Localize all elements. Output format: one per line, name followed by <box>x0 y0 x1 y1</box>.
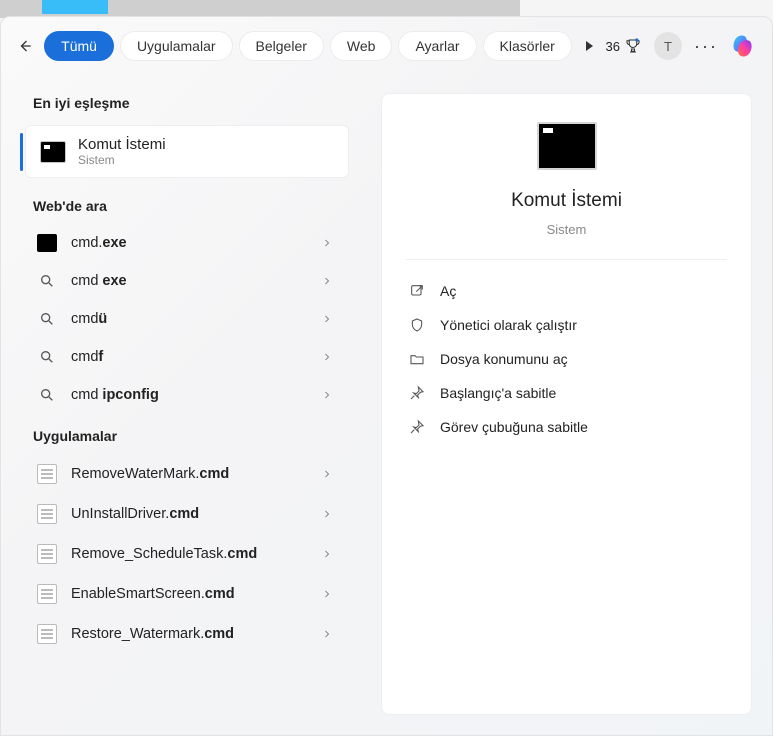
web-result-label: cmd exe <box>71 273 127 289</box>
background-window-accent <box>42 0 108 14</box>
search-panel: TümüUygulamalarBelgelerWebAyarlarKlasörl… <box>0 16 773 736</box>
action-location[interactable]: Dosya konumunu aç <box>406 342 727 376</box>
search-icon <box>37 386 57 404</box>
detail-title: Komut İstemi <box>511 190 622 212</box>
chevron-right-icon <box>321 351 333 363</box>
cmd-file-icon <box>37 464 57 484</box>
detail-subtitle: Sistem <box>547 222 587 237</box>
action-label: Yönetici olarak çalıştır <box>440 317 577 333</box>
trophy-icon <box>624 37 642 55</box>
best-match-item[interactable]: Komut İstemi Sistem <box>25 125 349 178</box>
folder-icon <box>408 350 426 368</box>
arrow-left-icon <box>14 36 34 56</box>
app-result-row[interactable]: UnInstallDriver.cmd <box>1 494 361 534</box>
header-right: 36 T ··· <box>606 32 758 60</box>
web-result-label: cmdf <box>71 349 103 365</box>
section-apps-title: Uygulamalar <box>1 414 361 454</box>
tab-apps[interactable]: Uygulamalar <box>120 31 233 61</box>
search-icon <box>37 310 57 328</box>
web-result-label: cmd ipconfig <box>71 387 159 403</box>
chevron-right-icon <box>321 468 333 480</box>
section-best-match-title: En iyi eşleşme <box>1 81 361 121</box>
detail-card: Komut İstemi Sistem Aç Yönetici olarak ça… <box>381 93 752 715</box>
app-result-label: Remove_ScheduleTask.cmd <box>71 546 257 562</box>
web-result-row[interactable]: cmd.exe <box>1 224 361 262</box>
chevron-right-icon <box>321 275 333 287</box>
detail-column: Komut İstemi Sistem Aç Yönetici olarak ça… <box>361 75 772 735</box>
app-results: RemoveWaterMark.cmd UnInstallDriver.cmd Re… <box>1 454 361 654</box>
chevron-right-icon <box>321 548 333 560</box>
more-filters-button[interactable] <box>580 34 598 58</box>
cmd-file-icon <box>37 624 57 644</box>
app-result-row[interactable]: Restore_Watermark.cmd <box>1 614 361 654</box>
search-icon <box>37 348 57 366</box>
action-label: Dosya konumunu aç <box>440 351 568 367</box>
open-icon <box>408 282 426 300</box>
chevron-right-icon <box>321 313 333 325</box>
detail-actions: Aç Yönetici olarak çalıştır Dosya konumunu… <box>406 274 727 444</box>
web-results: cmd.exe cmd exe cmdü cmdf cmd ipconfig <box>1 224 361 414</box>
web-result-label: cmd.exe <box>71 235 127 251</box>
body: En iyi eşleşme Komut İstemi Sistem Web'd… <box>1 75 772 735</box>
avatar-initial: T <box>664 39 672 54</box>
chevron-right-icon <box>321 628 333 640</box>
action-admin[interactable]: Yönetici olarak çalıştır <box>406 308 727 342</box>
points-value: 36 <box>606 39 620 54</box>
tab-docs[interactable]: Belgeler <box>239 31 324 61</box>
command-prompt-icon <box>40 141 66 163</box>
app-result-label: Restore_Watermark.cmd <box>71 626 234 642</box>
filter-tabs: TümüUygulamalarBelgelerWebAyarlarKlasörl… <box>44 31 572 61</box>
web-result-row[interactable]: cmd exe <box>1 262 361 300</box>
header: TümüUygulamalarBelgelerWebAyarlarKlasörl… <box>1 17 772 75</box>
tab-web[interactable]: Web <box>330 31 393 61</box>
detail-divider <box>406 259 727 260</box>
chevron-right-icon <box>321 237 333 249</box>
app-result-row[interactable]: RemoveWaterMark.cmd <box>1 454 361 494</box>
detail-app-icon <box>537 122 597 170</box>
pin-icon <box>408 384 426 402</box>
results-column: En iyi eşleşme Komut İstemi Sistem Web'd… <box>1 75 361 735</box>
chevron-right-icon <box>321 389 333 401</box>
app-result-row[interactable]: EnableSmartScreen.cmd <box>1 574 361 614</box>
exe-icon <box>37 234 57 252</box>
web-result-row[interactable]: cmdf <box>1 338 361 376</box>
web-result-label: cmdü <box>71 311 107 327</box>
best-match-subtitle: Sistem <box>78 153 166 167</box>
cmd-file-icon <box>37 584 57 604</box>
back-button[interactable] <box>11 29 36 63</box>
action-label: Aç <box>440 283 456 299</box>
triangle-right-icon <box>583 40 595 52</box>
web-result-row[interactable]: cmdü <box>1 300 361 338</box>
app-result-label: EnableSmartScreen.cmd <box>71 586 235 602</box>
pin-icon <box>408 418 426 436</box>
search-icon <box>37 272 57 290</box>
action-pin-task[interactable]: Görev çubuğuna sabitle <box>406 410 727 444</box>
cmd-file-icon <box>37 544 57 564</box>
section-web-title: Web'de ara <box>1 184 361 224</box>
tab-folders[interactable]: Klasörler <box>483 31 572 61</box>
more-menu-button[interactable]: ··· <box>694 36 718 57</box>
web-result-row[interactable]: cmd ipconfig <box>1 376 361 414</box>
action-pin-start[interactable]: Başlangıç'a sabitle <box>406 376 727 410</box>
app-result-label: RemoveWaterMark.cmd <box>71 466 229 482</box>
tab-all[interactable]: Tümü <box>44 31 114 61</box>
tab-settings[interactable]: Ayarlar <box>398 31 476 61</box>
cmd-file-icon <box>37 504 57 524</box>
rewards-points[interactable]: 36 <box>606 37 642 55</box>
action-label: Başlangıç'a sabitle <box>440 385 556 401</box>
shield-icon <box>408 316 426 334</box>
action-label: Görev çubuğuna sabitle <box>440 419 588 435</box>
chevron-right-icon <box>321 508 333 520</box>
app-result-label: UnInstallDriver.cmd <box>71 506 199 522</box>
chevron-right-icon <box>321 588 333 600</box>
action-open[interactable]: Aç <box>406 274 727 308</box>
app-result-row[interactable]: Remove_ScheduleTask.cmd <box>1 534 361 574</box>
user-avatar[interactable]: T <box>654 32 682 60</box>
copilot-icon[interactable] <box>730 32 758 60</box>
detail-header: Komut İstemi Sistem <box>406 122 727 237</box>
best-match-title: Komut İstemi <box>78 136 166 153</box>
